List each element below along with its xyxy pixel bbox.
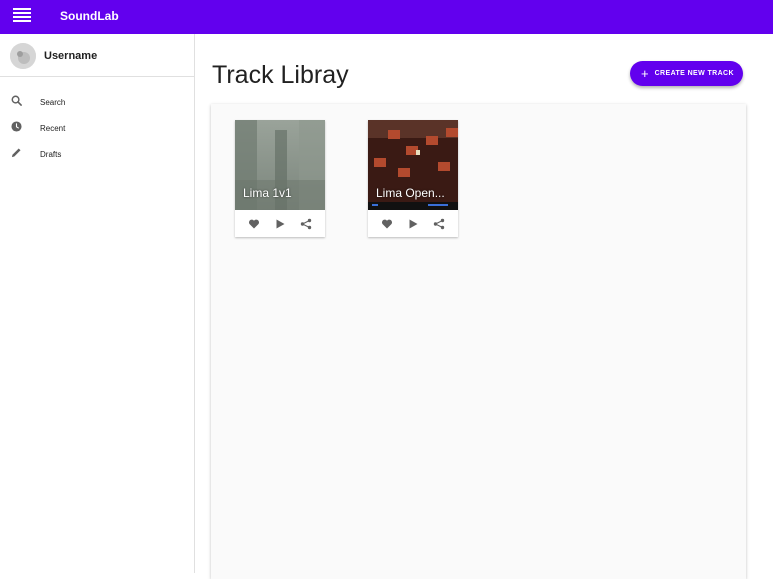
create-new-track-button[interactable]: + CREATE NEW TRACK [630, 61, 743, 86]
track-thumbnail[interactable]: Lima 1v1 [235, 120, 325, 210]
sidebar-item-drafts[interactable]: Drafts [0, 141, 194, 167]
user-profile[interactable]: Username [0, 34, 194, 77]
app-bar: SoundLab [0, 0, 773, 34]
sidebar-item-label: Recent [40, 124, 66, 133]
track-title: Lima 1v1 [243, 186, 292, 200]
page-title: Track Libray [212, 61, 349, 89]
track-title: Lima Open... [376, 186, 445, 200]
app-title: SoundLab [60, 9, 119, 23]
track-card: Lima Open... [368, 120, 458, 237]
share-icon[interactable] [433, 218, 445, 230]
heart-icon[interactable] [248, 218, 260, 230]
search-icon [11, 95, 22, 106]
share-icon[interactable] [300, 218, 312, 230]
track-thumbnail[interactable]: Lima Open... [368, 120, 458, 210]
avatar [10, 43, 36, 69]
create-button-label: CREATE NEW TRACK [654, 70, 734, 77]
sidebar-nav: Search Recent Drafts [0, 77, 194, 167]
username: Username [44, 50, 98, 62]
heart-icon[interactable] [381, 218, 393, 230]
track-library-panel: Lima 1v1 Lima Open... [211, 104, 746, 579]
pencil-icon [11, 148, 21, 158]
track-card: Lima 1v1 [235, 120, 325, 237]
track-actions [368, 210, 458, 237]
menu-icon[interactable] [13, 8, 31, 26]
sidebar-item-label: Drafts [40, 150, 62, 159]
sidebar: Username Search Recent Drafts [0, 34, 195, 573]
sidebar-item-search[interactable]: Search [0, 89, 194, 115]
play-icon[interactable] [274, 218, 286, 230]
track-actions [235, 210, 325, 237]
clock-icon [11, 121, 22, 132]
sidebar-item-recent[interactable]: Recent [0, 115, 194, 141]
play-icon[interactable] [407, 218, 419, 230]
sidebar-item-label: Search [40, 98, 66, 107]
plus-icon: + [641, 66, 649, 81]
